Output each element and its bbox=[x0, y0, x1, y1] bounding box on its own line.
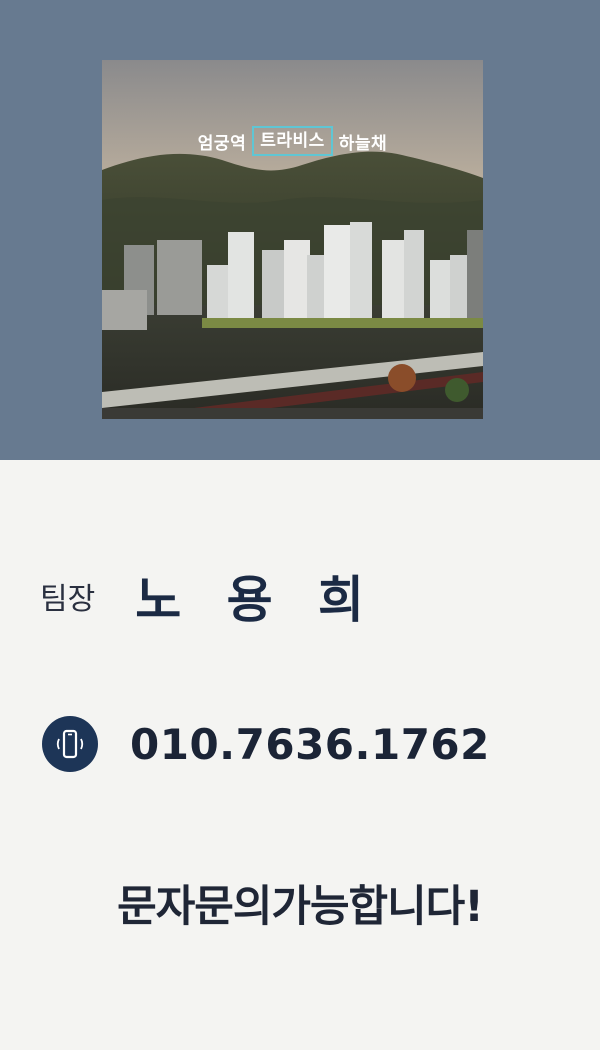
brand-logo: 엄궁역 트라비스 하늘채 bbox=[102, 126, 483, 156]
contact-title: 팀장 노 용 희 bbox=[40, 560, 378, 632]
contact-name: 노 용 희 bbox=[135, 570, 379, 629]
sms-available-note: 문자문의가능합니다! bbox=[117, 882, 484, 932]
phone-row[interactable]: 010.7636.1762 bbox=[42, 716, 490, 772]
contact-card: 팀장 노 용 희 010.7636.1762 문자문의가능합니다! bbox=[0, 460, 600, 1050]
hero-banner: 엄궁역 트라비스 하늘채 bbox=[0, 0, 600, 460]
mobile-phone-icon bbox=[42, 716, 98, 772]
brand-text-mid: 트라비스 bbox=[252, 126, 333, 156]
phone-number[interactable]: 010.7636.1762 bbox=[130, 720, 490, 769]
brand-text-right: 하늘채 bbox=[338, 133, 388, 154]
contact-role: 팀장 bbox=[40, 582, 96, 617]
apartment-complex-photo: 엄궁역 트라비스 하늘채 bbox=[102, 60, 483, 419]
brand-text-left: 엄궁역 bbox=[197, 133, 247, 154]
